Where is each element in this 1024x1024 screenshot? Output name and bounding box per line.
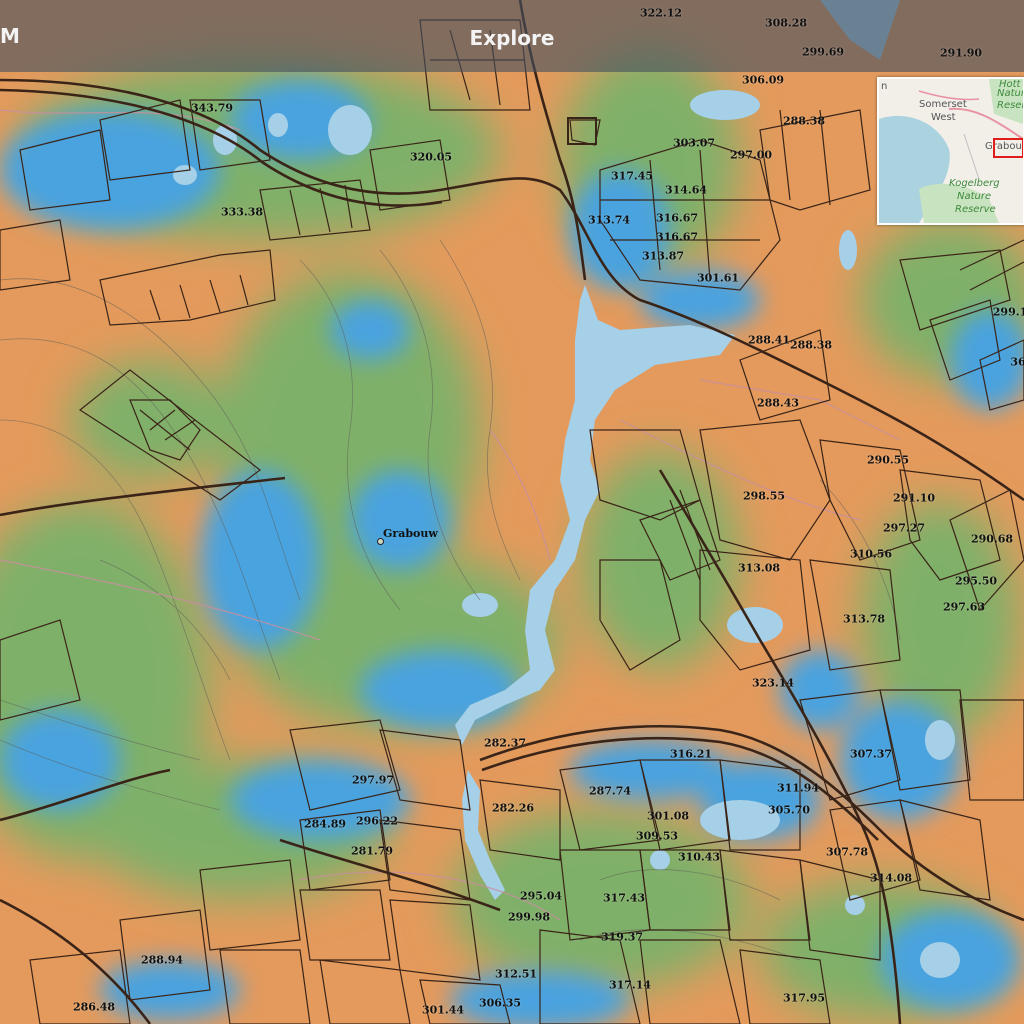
minimap-label: West: [931, 112, 956, 123]
elevation-label: 291.10: [892, 491, 936, 505]
elevation-label: 314.64: [664, 183, 708, 197]
elevation-label: 297.27: [882, 521, 926, 535]
elevation-label: 299.1: [992, 305, 1024, 319]
elevation-label: 306.35: [478, 996, 522, 1010]
minimap-label: Natur: [997, 88, 1024, 99]
minimap-label: Somerset: [919, 99, 967, 110]
elevation-label: 307.78: [825, 845, 869, 859]
elevation-label: 320.05: [409, 150, 453, 164]
minimap-label: Reserve: [955, 204, 996, 215]
elevation-label: 288.38: [782, 114, 826, 128]
elevation-label: 290.55: [866, 453, 910, 467]
elevation-label: 313.78: [842, 612, 886, 626]
elevation-label: 333.38: [220, 205, 264, 219]
minimap-viewport-box[interactable]: [993, 138, 1023, 158]
elevation-label: 309.53: [635, 829, 679, 843]
elevation-label: 288.43: [756, 396, 800, 410]
elevation-label: 298.55: [742, 489, 786, 503]
elevation-label: 323.14: [751, 676, 795, 690]
elevation-label: 282.26: [491, 801, 535, 815]
elevation-label: 317.43: [602, 891, 646, 905]
elevation-label: 316.67: [655, 211, 699, 225]
elevation-label: 322.12: [639, 6, 683, 20]
minimap-label: n: [881, 81, 888, 92]
elevation-label: 316.21: [669, 747, 713, 761]
elevation-label: 310.43: [677, 850, 721, 864]
elevation-label: 313.87: [641, 249, 685, 263]
elevation-label: 301.08: [646, 809, 690, 823]
elevation-label: 301.44: [421, 1003, 465, 1017]
elevation-label: 290.68: [970, 532, 1014, 546]
elevation-label: 291.90: [939, 46, 983, 60]
elevation-label: 286.48: [72, 1000, 116, 1014]
elevation-label: 282.37: [483, 736, 527, 750]
page-title: Explore: [469, 26, 555, 50]
minimap-label: Kogelberg: [949, 178, 1000, 189]
elevation-label: 36: [1010, 355, 1024, 369]
elevation-label: 314.08: [869, 871, 913, 885]
elevation-label: 316.67: [655, 230, 699, 244]
minimap-label: Nature: [957, 191, 992, 202]
elevation-label: 313.08: [737, 561, 781, 575]
elevation-label: 288.41: [747, 333, 791, 347]
elevation-label: 301.61: [696, 271, 740, 285]
elevation-label: 308.28: [764, 16, 808, 30]
elevation-label: 312.51: [494, 967, 538, 981]
minimap-label: Reserv: [997, 100, 1023, 111]
elevation-label: 297.00: [729, 148, 773, 162]
elevation-label: 311.94: [776, 781, 820, 795]
elevation-label: 288.94: [140, 953, 184, 967]
elevation-label: 295.50: [954, 574, 998, 588]
elevation-label: 303.07: [672, 136, 716, 150]
elevation-label: 297.97: [351, 773, 395, 787]
top-header-bar: M Explore: [0, 0, 1024, 72]
elevation-label: 296.22: [355, 814, 399, 828]
elevation-label: 281.79: [350, 844, 394, 858]
elevation-label: 317.45: [610, 169, 654, 183]
elevation-label: 317.95: [782, 991, 826, 1005]
place-label: Grabouw: [383, 527, 438, 540]
elevation-label: 305.70: [767, 803, 811, 817]
overview-minimap[interactable]: n Somerset West Hott Natur Reserv Grabou…: [877, 77, 1024, 225]
elevation-label: 319.37: [600, 930, 644, 944]
elevation-label: 284.89: [303, 817, 347, 831]
elevation-label: 313.74: [587, 213, 631, 227]
elevation-label: 288.38: [789, 338, 833, 352]
elevation-label: 295.04: [519, 889, 563, 903]
elevation-label: 299.98: [507, 910, 551, 924]
elevation-label: 343.79: [190, 101, 234, 115]
elevation-label: 306.09: [741, 73, 785, 87]
elevation-label: 287.74: [588, 784, 632, 798]
elevation-label: 317.14: [608, 978, 652, 992]
elevation-label: 297.63: [942, 600, 986, 614]
elevation-map[interactable]: [0, 0, 1024, 1024]
elevation-label: 310.56: [849, 547, 893, 561]
elevation-label: 299.69: [801, 45, 845, 59]
elevation-label: 307.37: [849, 747, 893, 761]
